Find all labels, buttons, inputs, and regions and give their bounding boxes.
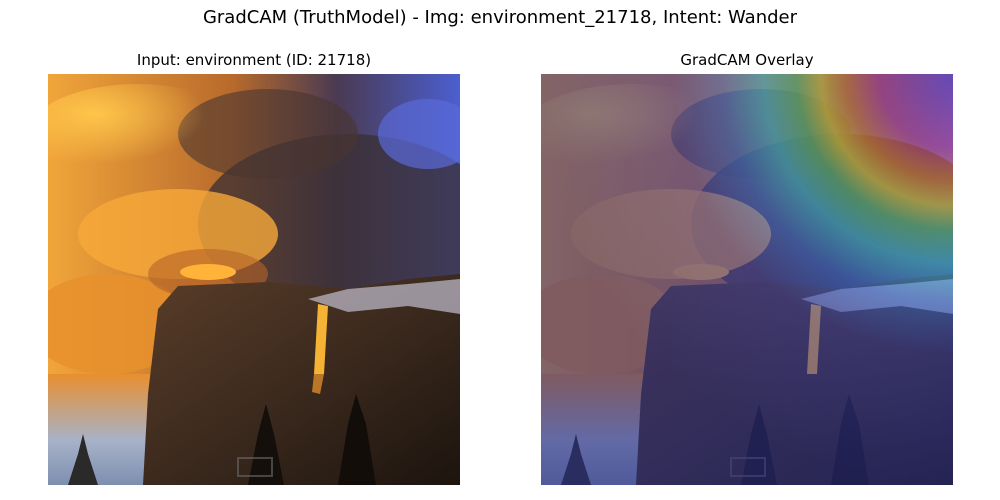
figure-title: GradCAM (TruthModel) - Img: environment_…	[202, 7, 798, 28]
gradcam-overlay	[541, 74, 953, 485]
gradcam-overlay-image	[541, 74, 953, 485]
input-panel-title: Input: environment (ID: 21718)	[136, 51, 372, 69]
input-photo	[48, 74, 460, 485]
overlay-panel-title: GradCAM Overlay	[680, 51, 814, 69]
input-image	[48, 74, 460, 485]
